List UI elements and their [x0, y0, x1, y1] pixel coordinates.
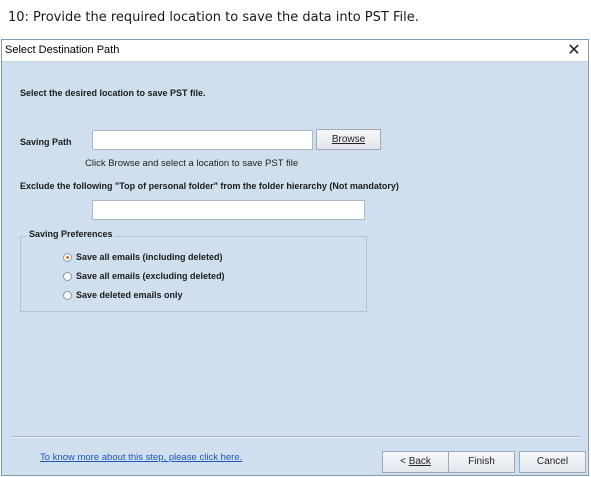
browse-button[interactable]: Browse — [316, 129, 381, 150]
browse-hint: Click Browse and select a location to sa… — [85, 158, 299, 169]
radio-option-deleted-only[interactable]: Save deleted emails only — [63, 290, 183, 300]
exclude-folder-input[interactable] — [92, 200, 365, 220]
radio-icon[interactable] — [63, 252, 72, 262]
radio-option-include-deleted[interactable]: Save all emails (including deleted) — [63, 252, 223, 262]
dialog-title: Select Destination Path — [5, 44, 120, 56]
saving-preferences-group: Saving Preferences Save all emails (incl… — [20, 229, 367, 312]
browse-button-label: Browse — [331, 134, 366, 145]
exclude-label: Exclude the following "Top of personal f… — [20, 181, 399, 191]
radio-icon[interactable] — [63, 271, 72, 281]
footer-separator — [12, 436, 580, 438]
help-link[interactable]: To know more about this step, please cli… — [40, 452, 242, 463]
back-prefix: < — [400, 456, 409, 467]
instruction-text: Select the desired location to save PST … — [20, 88, 206, 98]
back-button-label: Back — [408, 456, 431, 467]
step-caption: 10: Provide the required location to sav… — [8, 10, 419, 25]
radio-label: Save all emails (excluding deleted) — [76, 271, 225, 281]
select-destination-dialog: Select Destination Path ✕ Select the des… — [1, 39, 589, 476]
radio-label: Save all emails (including deleted) — [76, 252, 223, 262]
radio-option-exclude-deleted[interactable]: Save all emails (excluding deleted) — [63, 271, 225, 281]
saving-path-input[interactable] — [92, 130, 313, 150]
finish-button[interactable]: Finish — [448, 451, 515, 473]
radio-label: Save deleted emails only — [76, 290, 183, 300]
back-button[interactable]: < Back — [382, 451, 449, 473]
close-icon[interactable]: ✕ — [564, 41, 584, 59]
radio-icon[interactable] — [63, 290, 72, 300]
cancel-button[interactable]: Cancel — [519, 451, 586, 473]
dialog-titlebar: Select Destination Path ✕ — [2, 40, 588, 62]
saving-path-label: Saving Path — [20, 137, 72, 147]
saving-preferences-title: Saving Preferences — [27, 229, 115, 239]
